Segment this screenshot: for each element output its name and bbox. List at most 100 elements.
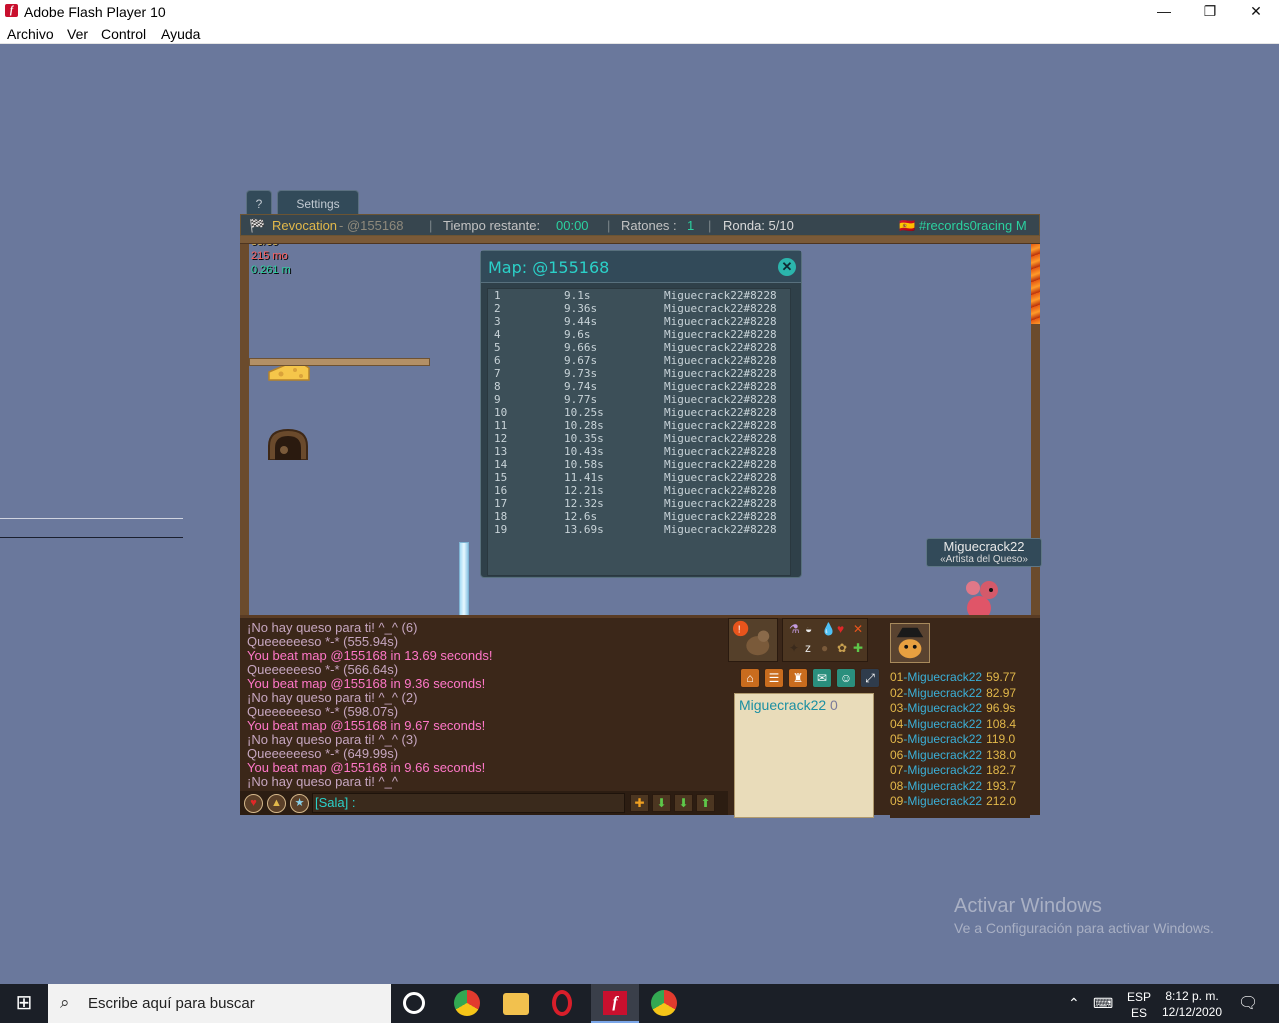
close-icon[interactable]: ✕ bbox=[778, 258, 796, 276]
record-row: 15 11.41s Miguecrack22#8228 bbox=[488, 471, 790, 484]
taskbar-flash-active[interactable]: f bbox=[591, 984, 639, 1023]
chat-message: Queeeeeeso *-* (566.64s) bbox=[247, 662, 399, 677]
chat-message: Queeeeeeso *-* (649.99s) bbox=[247, 746, 399, 761]
fullscreen-icon[interactable]: ⤢ bbox=[860, 668, 880, 688]
sleep-icon[interactable]: z bbox=[805, 641, 811, 655]
ball-icon[interactable]: ● bbox=[821, 641, 828, 655]
shaman-icon[interactable]: ★ bbox=[290, 794, 309, 813]
distance-m: 0.261 m bbox=[251, 264, 291, 276]
game-viewport[interactable]: ? Settings 🏁 Revocation - @155168 | Tiem… bbox=[240, 190, 1042, 818]
record-player: Miguecrack22#8228 bbox=[664, 393, 777, 406]
opera-icon[interactable] bbox=[552, 990, 572, 1016]
language-indicator[interactable]: ESP ES bbox=[1127, 989, 1151, 1021]
ranking-name: -Miguecrack22 bbox=[903, 732, 983, 746]
help-tab[interactable]: ? bbox=[246, 190, 272, 214]
ranking-row[interactable]: 06-Miguecrack22 138.0 bbox=[890, 748, 1030, 764]
mice-label: Ratones : bbox=[621, 218, 677, 233]
ranking-time: 96.9s bbox=[986, 701, 1016, 715]
chat-log: ¡No hay queso para ti! ^_^ (6) Queeeeeeso… bbox=[247, 621, 492, 789]
ranking-row[interactable]: 09-Miguecrack22 212.0 bbox=[890, 794, 1030, 810]
record-time: 9.1s bbox=[564, 289, 591, 302]
file-explorer-icon[interactable] bbox=[503, 993, 529, 1015]
chat-message: You beat map @155168 in 13.69 seconds! bbox=[247, 648, 493, 663]
ranking-row[interactable]: 02-Miguecrack22 82.97 bbox=[890, 686, 1030, 702]
separator: | bbox=[429, 218, 433, 233]
record-row: 9 9.77s Miguecrack22#8228 bbox=[488, 393, 790, 406]
record-time: 9.67s bbox=[564, 354, 598, 367]
minimize-button[interactable]: — bbox=[1141, 0, 1187, 22]
profile-parchment: Miguecrack22 0 bbox=[734, 693, 874, 818]
record-row: 18 12.6s Miguecrack22#8228 bbox=[488, 510, 790, 523]
settings-tab[interactable]: Settings bbox=[277, 190, 359, 214]
chat-panel: ¡No hay queso para ti! ^_^ (6) Queeeeeeso… bbox=[240, 615, 728, 815]
record-player: Miguecrack22#8228 bbox=[664, 458, 777, 471]
leaf-icon[interactable]: ✿ bbox=[837, 641, 847, 655]
record-rank: 5 bbox=[494, 341, 501, 354]
ranking-time: 212.0 bbox=[986, 794, 1017, 808]
paw-icon[interactable]: ✦ bbox=[789, 641, 799, 655]
plus-icon[interactable]: ✚ bbox=[630, 794, 649, 812]
menu-archivo[interactable]: Archivo bbox=[7, 26, 54, 42]
ranking-row[interactable]: 04-Miguecrack22 108.4 bbox=[890, 717, 1030, 733]
chat-input[interactable]: [Sala] : bbox=[312, 793, 625, 813]
record-row: 2 9.36s Miguecrack22#8228 bbox=[488, 302, 790, 315]
record-rank: 14 bbox=[494, 458, 508, 471]
mouse-avatar[interactable]: ! bbox=[728, 618, 778, 662]
cortana-icon[interactable] bbox=[403, 992, 425, 1014]
house-icon[interactable]: ⌂ bbox=[740, 668, 760, 688]
record-time: 10.25s bbox=[564, 406, 604, 419]
record-rank: 12 bbox=[494, 432, 508, 445]
ranking-row[interactable]: 03-Miguecrack22 96.9s bbox=[890, 701, 1030, 717]
record-player: Miguecrack22#8228 bbox=[664, 523, 777, 536]
heart-icon[interactable]: ♥ bbox=[244, 794, 263, 813]
windows-start-icon[interactable]: ⊞ bbox=[0, 984, 48, 1023]
chevron-up-icon[interactable]: ⌃ bbox=[1068, 995, 1080, 1012]
profile-score: 0 bbox=[830, 697, 838, 713]
record-player: Miguecrack22#8228 bbox=[664, 510, 777, 523]
record-time: 10.58s bbox=[564, 458, 604, 471]
ranking-row[interactable]: 01-Miguecrack22 59.77 bbox=[890, 670, 1030, 686]
profile-panel: ! ⚗ ◒ 💧 ♥ ✕ ✦ z ● ✿ ✚ ⌂ ☰ ♜ ✉ ☺ ⤢ Miguec… bbox=[728, 615, 882, 818]
player-avatar[interactable] bbox=[890, 623, 930, 663]
arrow-up-icon[interactable]: ⬆ bbox=[696, 794, 715, 812]
add-emote-icon[interactable]: ✚ bbox=[853, 641, 863, 655]
record-row: 16 12.21s Miguecrack22#8228 bbox=[488, 484, 790, 497]
menu-ver[interactable]: Ver bbox=[67, 26, 88, 42]
arrow-down-icon[interactable]: ⬇ bbox=[652, 794, 671, 812]
emote-bar[interactable]: ⚗ ◒ 💧 ♥ ✕ ✦ z ● ✿ ✚ bbox=[782, 618, 868, 662]
hat-icon[interactable]: ◒ bbox=[805, 622, 812, 636]
record-row: 10 10.25s Miguecrack22#8228 bbox=[488, 406, 790, 419]
heart-emote-icon[interactable]: ♥ bbox=[837, 622, 844, 636]
ranking-row[interactable]: 05-Miguecrack22 119.0 bbox=[890, 732, 1030, 748]
ranking-row[interactable]: 07-Miguecrack22 182.7 bbox=[890, 763, 1030, 779]
drop-icon[interactable]: 💧 bbox=[821, 622, 836, 636]
close-window-button[interactable]: ✕ bbox=[1233, 0, 1279, 22]
discord-icon[interactable]: ☺ bbox=[836, 668, 856, 688]
taskbar-search[interactable]: ⌕ Escribe aquí para buscar bbox=[48, 984, 391, 1023]
record-row: 11 10.28s Miguecrack22#8228 bbox=[488, 419, 790, 432]
menu-control[interactable]: Control bbox=[101, 26, 146, 42]
chrome-icon-2[interactable] bbox=[651, 990, 677, 1016]
chat-bubble-icon[interactable]: ✉ bbox=[812, 668, 832, 688]
ranking-name: -Miguecrack22 bbox=[903, 794, 983, 808]
player-name-card[interactable]: Miguecrack22 «Artista del Queso» bbox=[926, 538, 1042, 567]
restore-button[interactable]: ❐ bbox=[1187, 0, 1233, 22]
cross-icon[interactable]: ✕ bbox=[853, 622, 863, 636]
record-row: 7 9.73s Miguecrack22#8228 bbox=[488, 367, 790, 380]
record-row: 12 10.35s Miguecrack22#8228 bbox=[488, 432, 790, 445]
arrow-down-alt-icon[interactable]: ⬇ bbox=[674, 794, 693, 812]
clock[interactable]: 8:12 p. m. 12/12/2020 bbox=[1158, 988, 1226, 1020]
chrome-icon[interactable] bbox=[454, 990, 480, 1016]
shop-icon[interactable]: ♜ bbox=[788, 668, 808, 688]
record-rank: 19 bbox=[494, 523, 508, 536]
ranking-row[interactable]: 08-Miguecrack22 193.7 bbox=[890, 779, 1030, 795]
language-code: ESP bbox=[1127, 990, 1152, 1004]
keyboard-icon[interactable]: ⌨ bbox=[1093, 995, 1113, 1012]
ranking-position: 04 bbox=[890, 716, 904, 731]
notification-icon[interactable]: 🗨 bbox=[1238, 993, 1258, 1013]
tribe-icon[interactable]: ▲ bbox=[267, 794, 286, 813]
profile-name[interactable]: Miguecrack22 bbox=[739, 697, 826, 713]
potion-icon[interactable]: ⚗ bbox=[789, 622, 800, 636]
list-icon[interactable]: ☰ bbox=[764, 668, 784, 688]
menu-ayuda[interactable]: Ayuda bbox=[161, 26, 200, 42]
